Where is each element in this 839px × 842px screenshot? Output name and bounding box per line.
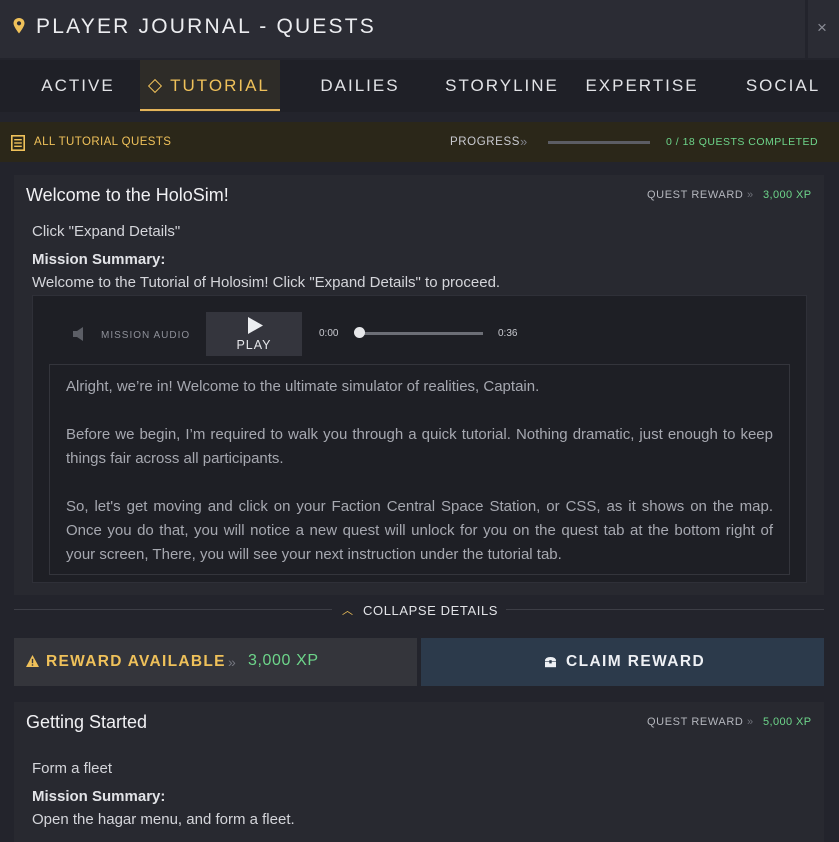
quest-reward-value: 5,000 XP [763, 716, 812, 728]
divider [14, 609, 332, 610]
warning-icon [26, 655, 39, 667]
play-button[interactable]: PLAY [206, 312, 302, 356]
quest-reward-arrows: » [747, 716, 754, 728]
transcript-paragraph: So, let's get moving and click on your F… [66, 498, 773, 563]
claim-reward-label: CLAIM REWARD [566, 653, 706, 670]
audio-seek-handle[interactable] [354, 327, 365, 338]
quest-card: Getting Started QUEST REWARD » 5,000 XP … [14, 702, 824, 842]
progress-label: PROGRESS [450, 136, 520, 148]
map-pin-icon [13, 18, 25, 34]
chest-icon [545, 657, 556, 668]
mission-summary-text: Welcome to the Tutorial of Holosim! Clic… [32, 274, 501, 291]
transcript-paragraph: Before we begin, I’m required to walk yo… [66, 426, 773, 467]
tab-label: EXPERTISE [585, 76, 699, 95]
mission-summary-label: Mission Summary: [32, 251, 166, 268]
diamond-icon [148, 78, 163, 94]
tab-label: SOCIAL [745, 76, 821, 95]
reward-available-panel: REWARD AVAILABLE » 3,000 XP [14, 638, 417, 686]
reward-available-xp: 3,000 XP [248, 652, 319, 669]
speaker-icon [73, 327, 83, 341]
quest-filter-bar: ALL TUTORIAL QUESTS PROGRESS » 0 / 18 QU… [0, 122, 839, 162]
reward-available-label: REWARD AVAILABLE [46, 653, 226, 670]
mission-summary-text: Open the hagar menu, and form a fleet. [32, 811, 295, 828]
tab-label: STORYLINE [445, 76, 559, 95]
collapse-details-label: COLLAPSE DETAILS [363, 602, 499, 618]
quest-title: Welcome to the HoloSim! [26, 185, 229, 205]
quest-tabs: ACTIVE TUTORIAL DAILIES STORYLINE EXPERT… [0, 60, 839, 112]
title-bar: PLAYER JOURNAL - QUESTS [0, 0, 805, 58]
mission-summary-label: Mission Summary: [32, 788, 166, 805]
transcript-paragraph: Alright, we’re in! Welcome to the ultima… [66, 378, 540, 395]
list-icon [11, 135, 25, 151]
tab-social[interactable]: SOCIAL [722, 60, 839, 112]
quest-reward-label: QUEST REWARD [647, 716, 744, 728]
play-icon [248, 317, 263, 334]
tab-label: ACTIVE [41, 76, 115, 95]
quest-reward-arrows: » [747, 189, 754, 201]
quest-reward-label: QUEST REWARD [647, 189, 744, 201]
tab-expertise[interactable]: EXPERTISE [576, 60, 708, 112]
tab-label: DAILIES [320, 76, 400, 95]
progress-bar [548, 141, 650, 144]
quest-objective: Click "Expand Details" [32, 223, 181, 240]
quest-title: Getting Started [26, 712, 148, 732]
tab-tutorial[interactable]: TUTORIAL [140, 60, 280, 112]
close-icon[interactable]: × [817, 18, 827, 38]
quest-objective: Form a fleet [32, 760, 113, 777]
chevron-up-icon: ︿ [342, 605, 353, 617]
quest-reward-value: 3,000 XP [763, 189, 812, 201]
play-label: PLAY [236, 338, 272, 352]
tab-storyline[interactable]: STORYLINE [436, 60, 568, 112]
tab-label: TUTORIAL [170, 76, 270, 95]
window-title: PLAYER JOURNAL - QUESTS [36, 15, 376, 38]
divider [506, 609, 824, 610]
filter-dropdown[interactable]: ALL TUTORIAL QUESTS [34, 136, 171, 148]
tab-active[interactable]: ACTIVE [16, 60, 140, 112]
audio-seek-track[interactable] [360, 332, 483, 335]
mission-audio-label: MISSION AUDIO [101, 330, 191, 341]
audio-time-total: 0:36 [498, 328, 518, 339]
audio-transcript[interactable]: Alright, we’re in! Welcome to the ultima… [49, 364, 790, 575]
tab-dailies[interactable]: DAILIES [294, 60, 426, 112]
progress-count: 0 / 18 QUESTS COMPLETED [666, 136, 819, 148]
reward-available-arrows: » [228, 654, 236, 670]
progress-arrows: » [520, 134, 528, 149]
collapse-details-button[interactable]: ︿ COLLAPSE DETAILS [342, 601, 498, 619]
tab-active-indicator [140, 109, 280, 111]
claim-reward-button[interactable]: CLAIM REWARD [421, 638, 824, 686]
audio-time-elapsed: 0:00 [319, 328, 339, 339]
